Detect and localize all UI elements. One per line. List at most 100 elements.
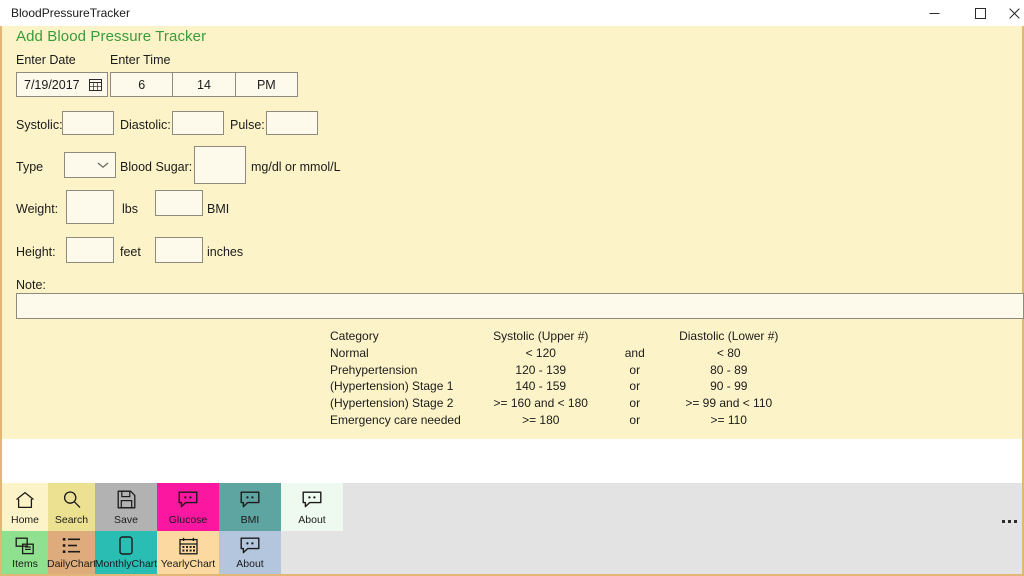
row-systolic: 120 - 139 [515, 362, 567, 377]
date-picker[interactable]: 7/19/2017 [16, 72, 108, 97]
height-inches-units-label: inches [207, 245, 244, 259]
maximize-button[interactable] [958, 0, 1003, 26]
calendar-icon [89, 78, 102, 91]
date-picker-value: 7/19/2017 [24, 77, 80, 92]
header-conjunction [611, 329, 659, 346]
overflow-dot [1013, 519, 1017, 523]
pulse-label: Pulse: [230, 118, 265, 132]
table-row: Emergency care needed >= 180 or >= 110 [330, 413, 799, 430]
close-icon [1008, 7, 1020, 19]
diastolic-label: Diastolic: [120, 118, 171, 132]
enter-date-label: Enter Date [16, 53, 76, 67]
note-label: Note: [16, 278, 46, 292]
appbar-button-home[interactable]: Home [2, 483, 48, 531]
weight-units-label: lbs [122, 202, 138, 216]
row-diastolic: 90 - 99 [710, 379, 748, 394]
page-title: Add Blood Pressure Tracker [16, 28, 207, 45]
row-diastolic: < 80 [716, 345, 741, 360]
time-picker-minute[interactable]: 14 [173, 73, 236, 96]
row-conjunction: or [629, 379, 641, 394]
close-button[interactable] [1004, 0, 1024, 26]
row-conjunction: and [624, 345, 645, 360]
appbar-label: Save [114, 513, 138, 526]
home-icon [15, 489, 35, 511]
appbar-button-about-top[interactable]: About [281, 483, 343, 531]
pulse-input[interactable] [266, 111, 318, 135]
appbar-label: DailyChart [47, 558, 97, 570]
systolic-label: Systolic: [16, 118, 63, 132]
row-systolic: >= 160 and < 180 [493, 396, 588, 411]
items-icon [15, 535, 35, 556]
table-row: (Hypertension) Stage 2 >= 160 and < 180 … [330, 396, 799, 413]
save-icon [117, 489, 136, 511]
comment-icon [178, 489, 198, 511]
row-category: (Hypertension) Stage 2 [330, 396, 454, 411]
bmi-input[interactable] [155, 190, 203, 216]
window-titlebar: BloodPressureTracker [0, 0, 1024, 26]
appbar-label: MonthlyChart [94, 558, 158, 570]
reference-table-body: Category Systolic (Upper #) Diastolic (L… [330, 329, 799, 430]
row-diastolic: 80 - 89 [710, 362, 748, 377]
type-dropdown[interactable] [64, 152, 116, 178]
time-picker-hour[interactable]: 6 [111, 73, 174, 96]
add-record-form-panel: Add Blood Pressure Tracker Enter Date 7/… [2, 26, 1024, 439]
reference-table: Category Systolic (Upper #) Diastolic (L… [330, 329, 799, 430]
time-picker[interactable]: 6 14 PM [110, 72, 298, 97]
minimize-button[interactable] [912, 0, 957, 26]
application-window: Add Blood Pressure Tracker Enter Date 7/… [0, 26, 1024, 576]
appbar-button-glucose[interactable]: Glucose [157, 483, 219, 531]
blood-sugar-input[interactable] [194, 146, 246, 184]
appbar-label: Search [54, 513, 89, 526]
window-title: BloodPressureTracker [11, 6, 130, 20]
appbar-button-items[interactable]: Items [2, 531, 48, 574]
row-category: Prehypertension [330, 362, 418, 377]
overflow-menu-button[interactable] [998, 515, 1020, 527]
appbar-button-monthlychart[interactable]: MonthlyChart [95, 531, 157, 574]
height-inches-input[interactable] [155, 237, 203, 263]
diastolic-input[interactable] [172, 111, 224, 135]
table-row: Normal < 120 and < 80 [330, 346, 799, 363]
appbar-label: BMI [240, 513, 260, 526]
appbar-label: Home [10, 513, 39, 526]
height-feet-units-label: feet [120, 245, 141, 259]
comment-icon [240, 535, 260, 556]
row-diastolic: >= 99 and < 110 [685, 396, 773, 411]
overflow-dot [1001, 519, 1005, 523]
weight-label: Weight: [16, 202, 59, 216]
appbar-button-about-bottom[interactable]: About [219, 531, 281, 574]
table-header-row: Category Systolic (Upper #) Diastolic (L… [330, 329, 799, 346]
blood-sugar-units-label: mg/dl or mmol/L [251, 160, 341, 174]
app-bar-bottom-row: Items DailyChart MonthlyChart YearlyChar… [2, 531, 281, 574]
comment-icon [302, 489, 322, 511]
header-systolic: Systolic (Upper #) [493, 329, 589, 343]
table-row: Prehypertension 120 - 139 or 80 - 89 [330, 363, 799, 380]
row-conjunction: or [629, 396, 641, 411]
comment-icon [240, 489, 260, 511]
systolic-input[interactable] [62, 111, 114, 135]
appbar-button-yearlychart[interactable]: YearlyChart [157, 531, 219, 574]
appbar-button-bmi[interactable]: BMI [219, 483, 281, 531]
row-category: (Hypertension) Stage 1 [330, 379, 454, 394]
row-category: Normal [330, 345, 369, 360]
time-picker-meridiem[interactable]: PM [236, 73, 297, 96]
height-feet-input[interactable] [66, 237, 114, 263]
list-icon [62, 535, 81, 556]
height-label: Height: [16, 245, 56, 259]
table-row: (Hypertension) Stage 1 140 - 159 or 90 -… [330, 379, 799, 396]
overflow-dot [1007, 519, 1011, 523]
appbar-label: About [298, 513, 326, 526]
appbar-button-dailychart[interactable]: DailyChart [47, 531, 97, 574]
bmi-label: BMI [207, 202, 230, 216]
bottom-app-bar: Home Search Save Glucose BMI About Items… [2, 483, 1022, 574]
weight-input[interactable] [66, 190, 114, 224]
enter-time-label: Enter Time [110, 53, 171, 67]
appbar-label: YearlyChart [160, 558, 216, 570]
row-systolic: < 120 [525, 345, 556, 360]
row-systolic: 140 - 159 [515, 379, 567, 394]
row-category: Emergency care needed [330, 412, 461, 427]
note-input[interactable] [16, 293, 1024, 319]
appbar-button-save[interactable]: Save [95, 483, 157, 531]
appbar-label: Glucose [168, 513, 208, 526]
chevron-down-icon [97, 156, 109, 174]
appbar-button-search[interactable]: Search [48, 483, 95, 531]
